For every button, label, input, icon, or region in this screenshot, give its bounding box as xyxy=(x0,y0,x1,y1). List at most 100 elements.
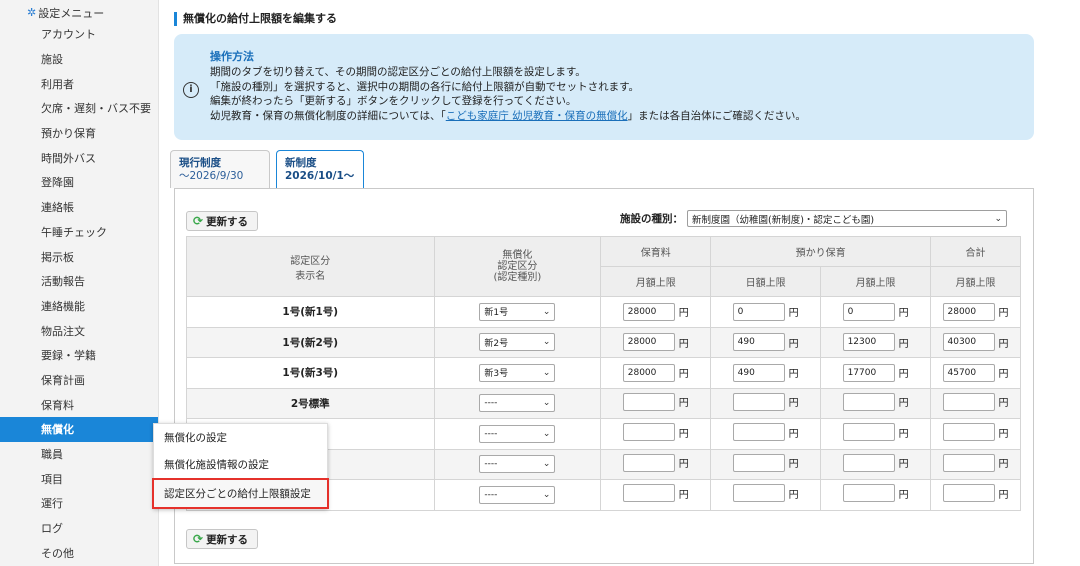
cell: 17700 円 xyxy=(820,357,932,389)
azukari-monthly-input[interactable]: 12300 xyxy=(842,333,895,352)
total-monthly-input[interactable]: 28000 xyxy=(942,302,995,321)
sidebar-item[interactable]: 掲示板 xyxy=(0,244,158,269)
facility-type-select[interactable]: 新制度園（幼稚園(新制度)・認定こども園) ⌄ xyxy=(687,210,1007,227)
azukari-daily-input[interactable]: 0 xyxy=(732,302,785,321)
azukari-monthly-input[interactable] xyxy=(842,423,895,442)
tab-label: 新制度 xyxy=(285,157,317,169)
header-muishoka: 無償化 認定区分 (認定種別) xyxy=(433,236,602,297)
sidebar-item[interactable]: 連絡機能 xyxy=(0,294,158,319)
unit-label: 円 xyxy=(998,308,1009,320)
sidebar-item[interactable]: 登降園 xyxy=(0,170,158,195)
hoikuryo-monthly-input[interactable]: 28000 xyxy=(622,333,675,352)
hoikuryo-monthly-input[interactable] xyxy=(622,453,675,472)
kubun-value: ---- xyxy=(484,428,498,439)
amount-cell: 円 xyxy=(622,423,689,442)
update-button-top[interactable]: ⟳ 更新する xyxy=(186,211,259,231)
azukari-monthly-input[interactable]: 17700 xyxy=(842,363,895,382)
amount-cell: 円 xyxy=(942,392,1009,411)
sidebar-item[interactable]: 項目 xyxy=(0,466,158,491)
kubun-value: 新2号 xyxy=(484,338,509,349)
sidebar-header: ✲ 設定メニュー xyxy=(0,0,158,22)
sidebar-item[interactable]: 連絡帳 xyxy=(0,195,158,220)
cell: 28000 円 xyxy=(930,296,1021,328)
hoikuryo-monthly-input[interactable]: 28000 xyxy=(622,363,675,382)
kubun-select[interactable]: ---- ⌄ xyxy=(479,424,556,443)
submenu-item[interactable]: 無償化施設情報の設定 xyxy=(154,451,327,478)
sidebar-item[interactable]: 保育計画 xyxy=(0,368,158,393)
header-monthly-limit: 月額上限 xyxy=(930,266,1021,297)
hoikuryo-monthly-input[interactable] xyxy=(622,392,675,411)
total-monthly-input[interactable] xyxy=(942,392,995,411)
azukari-daily-input[interactable] xyxy=(732,453,785,472)
sidebar-item[interactable]: ログ xyxy=(0,516,158,541)
cell: 円 xyxy=(930,418,1021,450)
kubun-select[interactable]: ---- ⌄ xyxy=(479,394,556,413)
cell: 円 xyxy=(930,448,1021,480)
cell: ---- ⌄ xyxy=(433,418,602,450)
total-monthly-input[interactable]: 45700 xyxy=(942,363,995,382)
total-monthly-input[interactable] xyxy=(942,453,995,472)
sidebar-item[interactable]: その他 xyxy=(0,540,158,565)
submenu-item[interactable]: 無償化の設定 xyxy=(154,424,327,451)
cell: 円 xyxy=(930,387,1021,419)
kubun-select[interactable]: 新2号 ⌄ xyxy=(479,333,556,352)
cell: 円 xyxy=(820,387,932,419)
sidebar-item[interactable]: 預かり保育 xyxy=(0,121,158,146)
cell: 28000 円 xyxy=(600,357,712,389)
sidebar-item[interactable]: 職員 xyxy=(0,442,158,467)
amount-cell: 17700 円 xyxy=(842,363,909,382)
azukari-daily-input[interactable] xyxy=(732,423,785,442)
sidebar-item[interactable]: 利用者 xyxy=(0,71,158,96)
unit-label: 円 xyxy=(788,459,799,471)
kubun-select[interactable]: ---- ⌄ xyxy=(479,485,556,504)
hoikuryo-monthly-input[interactable]: 28000 xyxy=(622,302,675,321)
azukari-monthly-input[interactable]: 0 xyxy=(842,302,895,321)
cfa-link[interactable]: こども家庭庁 幼児教育・保育の無償化 xyxy=(446,110,628,122)
sidebar-item[interactable]: アカウント xyxy=(0,22,158,47)
azukari-monthly-input[interactable] xyxy=(842,392,895,411)
sidebar-item[interactable]: 施設 xyxy=(0,47,158,72)
tab-sub: ～2026/9/30 xyxy=(179,170,244,182)
sidebar-item[interactable]: 午睡チェック xyxy=(0,220,158,245)
unit-label: 円 xyxy=(788,308,799,320)
total-monthly-input[interactable] xyxy=(942,423,995,442)
azukari-monthly-input[interactable] xyxy=(842,453,895,472)
chevron-down-icon: ⌄ xyxy=(542,489,551,500)
kubun-select[interactable]: ---- ⌄ xyxy=(479,455,556,474)
unit-label: 円 xyxy=(788,428,799,440)
total-monthly-input[interactable]: 40300 xyxy=(942,333,995,352)
amount-cell: 12300 円 xyxy=(842,333,909,352)
hoikuryo-monthly-input[interactable] xyxy=(622,484,675,503)
cell: 円 xyxy=(600,479,712,511)
sidebar-item[interactable]: 活動報告 xyxy=(0,269,158,294)
amount-cell: 490 円 xyxy=(732,363,799,382)
amount-cell: 円 xyxy=(622,392,689,411)
submenu-item[interactable]: 認定区分ごとの給付上限額設定 xyxy=(152,478,329,509)
cell: 40300 円 xyxy=(930,326,1021,358)
azukari-daily-input[interactable]: 490 xyxy=(732,333,785,352)
azukari-daily-input[interactable]: 490 xyxy=(732,363,785,382)
sidebar-item[interactable]: 時間外バス xyxy=(0,145,158,170)
azukari-daily-input[interactable] xyxy=(732,392,785,411)
sidebar-item[interactable]: 無償化 xyxy=(0,417,158,442)
azukari-daily-input[interactable] xyxy=(732,484,785,503)
kubun-select[interactable]: 新3号 ⌄ xyxy=(479,363,556,382)
tab-new-system[interactable]: 新制度 2026/10/1～ xyxy=(276,150,364,189)
azukari-monthly-input[interactable] xyxy=(842,484,895,503)
sidebar-item[interactable]: 物品注文 xyxy=(0,318,158,343)
kubun-select[interactable]: 新1号 ⌄ xyxy=(479,302,556,321)
tab-current-system[interactable]: 現行制度 ～2026/9/30 xyxy=(170,150,270,188)
sidebar-item[interactable]: 要録・学籍 xyxy=(0,343,158,368)
update-button-bottom[interactable]: ⟳ 更新する xyxy=(186,529,259,549)
total-monthly-input[interactable] xyxy=(942,484,995,503)
header-text: (認定種別) xyxy=(493,272,542,283)
hoikuryo-monthly-input[interactable] xyxy=(622,423,675,442)
sidebar-item[interactable]: 欠席・遅刻・バス不要 xyxy=(0,96,158,121)
unit-label: 円 xyxy=(678,398,689,410)
cell: 円 xyxy=(600,448,712,480)
chevron-down-icon: ⌄ xyxy=(994,213,1002,224)
sidebar-item[interactable]: 運行 xyxy=(0,491,158,516)
sidebar-item[interactable]: 保育料 xyxy=(0,392,158,417)
instructions-line: 「施設の種別」を選択すると、選択中の期間の各行に給付上限額が自動でセットされます… xyxy=(210,80,640,93)
amount-cell: 490 円 xyxy=(732,333,799,352)
